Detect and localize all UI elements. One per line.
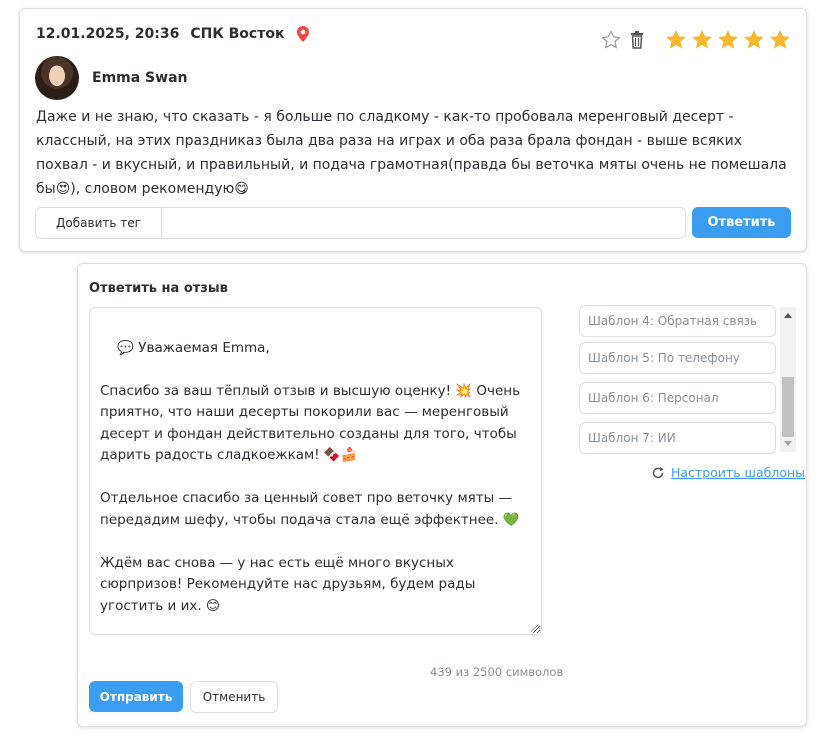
star-filled-icon [744,30,764,49]
review-card: 12.01.2025, 20:36 СПК Восток Emma Swan Д… [19,8,807,252]
template-scrollbar[interactable] [780,307,796,452]
review-date: 12.01.2025, 20:36 [36,26,180,42]
reply-textarea[interactable]: 💬 Уважаемая Emma, Спасибо за ваш тёплый … [89,307,542,635]
avatar [35,56,79,100]
location-pin-icon [295,25,311,43]
template-item[interactable]: Шаблон 6: Персонал [579,382,776,414]
reply-card: Ответить на отзыв 💬 Уважаемая Emma, Спас… [77,263,807,727]
template-item[interactable]: Шаблон 5: По телефону [579,342,776,374]
scroll-up-icon[interactable] [784,313,792,318]
reply-text: 💬 Уважаемая Emma, Спасибо за ваш тёплый … [100,339,521,614]
review-text: Даже и не знаю, что сказать - я больше п… [36,109,787,197]
review-place: СПК Восток [190,26,285,42]
send-button[interactable]: Отправить [89,681,183,712]
char-counter: 439 из 2500 символов [430,665,564,679]
star-filled-icon [718,30,738,49]
scroll-thumb[interactable] [782,377,794,437]
review-meta: 12.01.2025, 20:36 СПК Восток [36,25,311,43]
reply-button[interactable]: Ответить [692,207,791,238]
review-actions [600,28,792,52]
star-filled-icon [666,30,686,49]
configure-templates[interactable]: Настроить шаблоны [651,465,805,480]
configure-templates-link[interactable]: Настроить шаблоны [671,465,805,480]
template-item[interactable]: Шаблон 4: Обратная связь [579,305,776,337]
cancel-button[interactable]: Отменить [190,681,278,713]
review-author: Emma Swan [35,56,188,100]
rating-stars [662,28,792,52]
template-list: Шаблон 4: Обратная связь Шаблон 5: По те… [579,305,796,454]
star-filled-icon [692,30,712,49]
resize-grip-icon[interactable] [531,624,539,632]
star-filled-icon [770,30,790,49]
trash-icon[interactable] [628,30,646,50]
reply-title: Ответить на отзыв [89,281,228,296]
author-name: Emma Swan [92,70,188,86]
refresh-icon [651,466,665,480]
scroll-down-icon[interactable] [784,441,792,446]
star-outline-icon[interactable] [600,29,622,51]
tag-input-row[interactable]: Добавить тег [35,207,686,239]
add-tag-button[interactable]: Добавить тег [36,208,162,238]
template-item[interactable]: Шаблон 7: ИИ [579,422,776,454]
